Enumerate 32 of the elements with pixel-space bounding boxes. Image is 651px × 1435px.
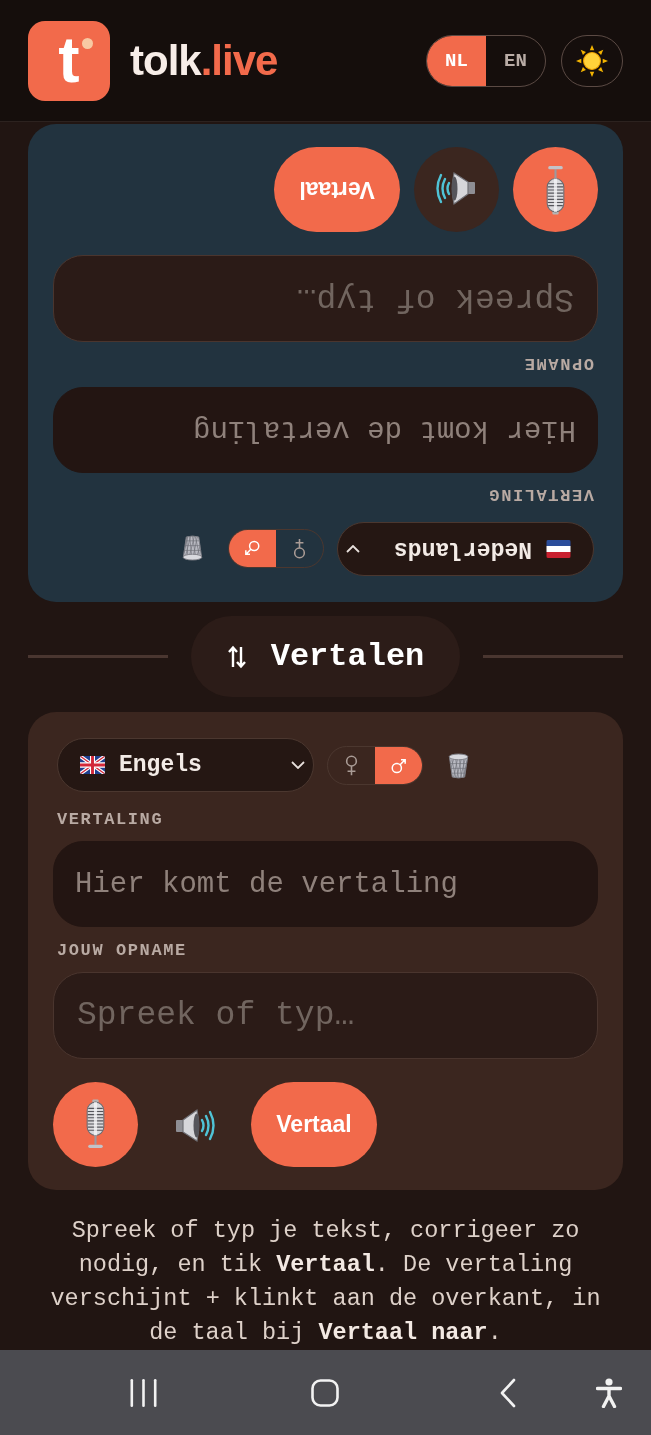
field-label: OPNAME [523, 353, 595, 373]
translation-field[interactable]: Hier komt de vertaling [53, 841, 598, 927]
trash-icon[interactable] [447, 751, 470, 779]
female-symbol-icon [344, 754, 359, 776]
female-symbol-icon [292, 538, 307, 560]
home-icon[interactable] [311, 1378, 339, 1407]
instruction-text: Spreek of typ je tekst, corrigeer zo nodig, en tik Vertaal. De vertaling verschijnt + klinkt aan de overkant, in de taal bij Vertaal naar. [49, 1216, 602, 1348]
language-select[interactable]: Nederlands [337, 522, 594, 576]
chevron-down-icon [346, 545, 360, 553]
flag-icon [80, 756, 105, 774]
dot-icon [82, 37, 93, 49]
language-option[interactable]: EN [486, 35, 545, 86]
swap-arrows-icon [226, 644, 247, 669]
recording-input[interactable]: Spreek of typ… [53, 255, 598, 342]
brand-name: tolk.live [130, 36, 278, 85]
back-icon[interactable] [500, 1377, 516, 1408]
voice-option-button[interactable] [375, 746, 422, 784]
swap-translate-button[interactable]: Vertalen [191, 616, 460, 697]
field-label: JOUW OPNAME [56, 941, 187, 961]
voice-option-button[interactable] [229, 530, 276, 568]
flag-icon [546, 540, 571, 558]
trash-icon[interactable] [181, 535, 204, 563]
language-select[interactable]: Engels [57, 738, 314, 792]
chevron-down-icon [291, 761, 305, 769]
field-label: VERTALING [487, 484, 595, 504]
recent-apps-icon[interactable] [130, 1377, 157, 1408]
accessibility-icon[interactable] [596, 1377, 622, 1408]
translation-field[interactable]: Hier komt de vertaling [53, 387, 598, 473]
recording-input[interactable]: Spreek of typ… [53, 972, 598, 1059]
logo-letter: t [58, 27, 80, 92]
sun-icon [576, 44, 608, 77]
field-label: VERTALING [56, 810, 164, 830]
